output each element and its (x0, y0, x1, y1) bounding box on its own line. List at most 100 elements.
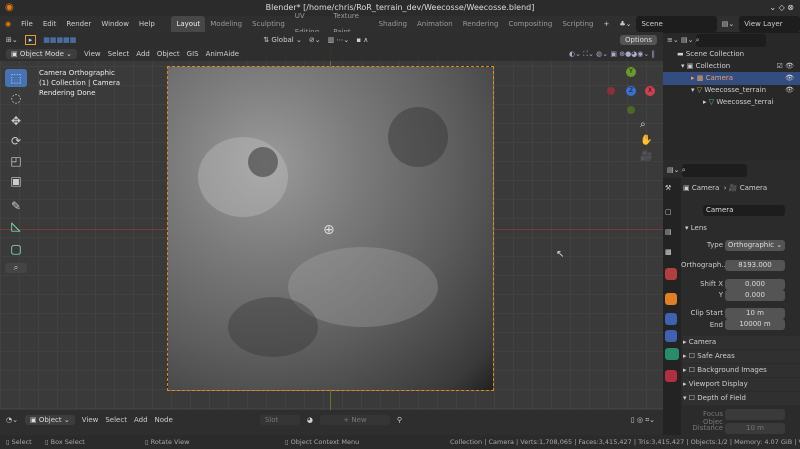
camera-panel[interactable]: ▸ Camera (683, 336, 800, 349)
tab-layout[interactable]: Layout (171, 16, 206, 32)
transform-tool-icon[interactable]: ▣ (5, 172, 27, 190)
proportional-icon[interactable]: ▪ ∧ (356, 36, 368, 44)
move-tool-icon[interactable]: ✥ (5, 112, 27, 130)
slot-dropdown[interactable]: Slot (259, 415, 300, 425)
scene-icon[interactable]: ♣⌄ (614, 16, 636, 32)
lens-panel-header[interactable]: ▾ Lens (685, 222, 800, 235)
clip-start-field[interactable]: 10 m (725, 308, 785, 319)
view-layer-icon[interactable]: ▤⌄ (717, 16, 739, 32)
menu-edit[interactable]: Edit (38, 16, 62, 32)
outliner-search[interactable]: ⌕ (695, 34, 766, 47)
scene-tab-icon[interactable] (665, 268, 677, 280)
menu-add[interactable]: Add (134, 416, 148, 424)
tool-tab-icon[interactable]: ⚒ (665, 184, 677, 196)
transform-orientation[interactable]: ⇅ Global ⌄ (263, 36, 302, 44)
view-layer-tab-icon[interactable]: ▩ (665, 248, 677, 260)
gizmo-z-axis[interactable]: Z (626, 86, 636, 96)
pin-icon[interactable]: ⚲ (397, 416, 402, 424)
backdrop-icons[interactable]: ▯ ◎ ⌗⌄ (631, 416, 655, 425)
select-tool-button[interactable]: ▸ (24, 34, 37, 45)
search-tool-icon[interactable]: ⌕ (5, 263, 27, 273)
gizmo-x-axis[interactable]: X (645, 86, 655, 96)
render-tab-icon[interactable]: ▢ (665, 208, 677, 220)
outliner-header: ≡⌄ ▤⌄ ⌕ (663, 34, 800, 47)
camera-datablock-field[interactable]: Camera (703, 205, 785, 216)
physics-tab-icon[interactable] (665, 313, 677, 325)
menu-window[interactable]: Window (96, 16, 134, 32)
options-dropdown[interactable]: Options (619, 34, 657, 45)
properties-search[interactable]: ⌕ (681, 164, 747, 177)
menu-view[interactable]: View (82, 416, 99, 424)
menu-add[interactable]: Add (136, 50, 150, 58)
shift-y-label: Y (718, 291, 723, 299)
selection-mode-icons[interactable]: ▦▦▦▦▦ (43, 36, 76, 44)
camera-view-icon[interactable]: 🎥 (640, 151, 652, 162)
annotate-tool-icon[interactable]: ✎ (5, 197, 27, 215)
tab-modeling[interactable]: Modeling (205, 16, 247, 32)
snap-icon[interactable]: ▥ ⋯⌄ (328, 36, 350, 44)
menu-render[interactable]: Render (61, 16, 96, 32)
gizmo-y-axis[interactable]: Y (626, 67, 636, 77)
background-images-panel[interactable]: ▸ ☐ Background Images (683, 364, 800, 377)
scene-field[interactable]: Scene (636, 16, 717, 32)
tab-rendering[interactable]: Rendering (458, 16, 504, 32)
menu-help[interactable]: Help (134, 16, 160, 32)
view-layer-field[interactable]: View Layer (739, 16, 800, 32)
zoom-view-icon[interactable]: ⌕ (640, 119, 646, 130)
add-cube-tool-icon[interactable]: ▢ (5, 240, 27, 258)
window-controls[interactable]: ⌄ ◇ ⊗ (769, 0, 794, 16)
rotate-tool-icon[interactable]: ⟳ (5, 132, 27, 150)
ortho-scale-field[interactable]: 8193.000 (725, 260, 785, 271)
gizmo-neg-y[interactable] (627, 106, 635, 114)
focus-object-field[interactable] (725, 409, 785, 420)
3d-cursor-icon[interactable]: ⊕ (323, 222, 335, 238)
pan-view-icon[interactable]: ✋ (640, 135, 652, 146)
menu-node[interactable]: Node (155, 416, 173, 424)
add-workspace-button[interactable]: + (598, 16, 614, 32)
object-tab-icon[interactable] (665, 293, 677, 305)
output-tab-icon[interactable]: ▤ (665, 228, 677, 240)
material-icon[interactable]: ◕ (307, 416, 313, 424)
cursor-tool-icon[interactable]: ◌ (5, 89, 27, 107)
tab-animation[interactable]: Animation (412, 16, 458, 32)
safe-areas-panel[interactable]: ▸ ☐ Safe Areas (683, 350, 800, 363)
scale-tool-icon[interactable]: ◰ (5, 152, 27, 170)
shift-y-field[interactable]: 0.000 (725, 290, 785, 301)
menu-select[interactable]: Select (108, 50, 130, 58)
menu-file[interactable]: File (16, 16, 38, 32)
viewport-display-panel[interactable]: ▸ Viewport Display (683, 378, 800, 391)
select-box-tool-icon[interactable]: ⬚ (5, 69, 27, 87)
texture-tab-icon[interactable] (665, 370, 677, 382)
menu-animaide[interactable]: AnimAide (206, 50, 239, 58)
shading-buttons-icon[interactable]: ◐⌄ ⛶⌄ ◍⌄ ▣ ⊕●◕◉⌄ ‖ (569, 50, 655, 59)
gizmo-neg-x[interactable] (607, 87, 615, 95)
menu-view[interactable]: View (84, 50, 101, 58)
menu-gis[interactable]: GIS (187, 50, 199, 58)
measure-tool-icon[interactable]: ◺ (5, 217, 27, 235)
projection-type-dropdown[interactable]: Orthographic ⌄ (725, 240, 785, 251)
pivot-icon[interactable]: ⊘⌄ (309, 36, 321, 44)
editor-type-icon[interactable]: ⊞⌄ (6, 36, 18, 44)
outliner-item-terrain-mesh[interactable]: ▸ ▽ Weecosse_terrai (663, 96, 800, 109)
depth-of-field-panel[interactable]: ▾ ☐ Depth of Field (683, 392, 800, 405)
constraints-tab-icon[interactable] (665, 330, 677, 342)
distance-field[interactable]: 10 m (725, 423, 785, 434)
object-type-dropdown[interactable]: ▣ Object ⌄ (24, 415, 75, 425)
clip-end-field[interactable]: 10000 m (725, 319, 785, 330)
menu-select[interactable]: Select (105, 416, 127, 424)
tab-compositing[interactable]: Compositing (503, 16, 557, 32)
tab-sculpting[interactable]: Sculpting (247, 16, 290, 32)
menu-object[interactable]: Object (157, 50, 180, 58)
shift-x-field[interactable]: 0.000 (725, 279, 785, 290)
editor-type-icon[interactable]: ◔⌄ (6, 416, 18, 424)
new-material-button[interactable]: + New (319, 415, 390, 425)
mode-dropdown[interactable]: ▣ Object Mode ⌄ (6, 49, 78, 59)
camera-data-tab-icon[interactable] (665, 348, 679, 360)
clip-end-label: End (709, 321, 723, 329)
status-context-menu: ▯ Object Context Menu (285, 438, 360, 446)
tab-scripting[interactable]: Scripting (557, 16, 598, 32)
blender-menu-icon[interactable]: ◉ (0, 16, 16, 32)
shader-editor-header: ◔⌄ ▣ Object ⌄ View Select Add Node Slot … (0, 410, 663, 435)
tab-shading[interactable]: Shading (374, 16, 412, 32)
3d-viewport[interactable]: ⊕ Camera Orthographic (1) Collection | C… (0, 47, 663, 410)
